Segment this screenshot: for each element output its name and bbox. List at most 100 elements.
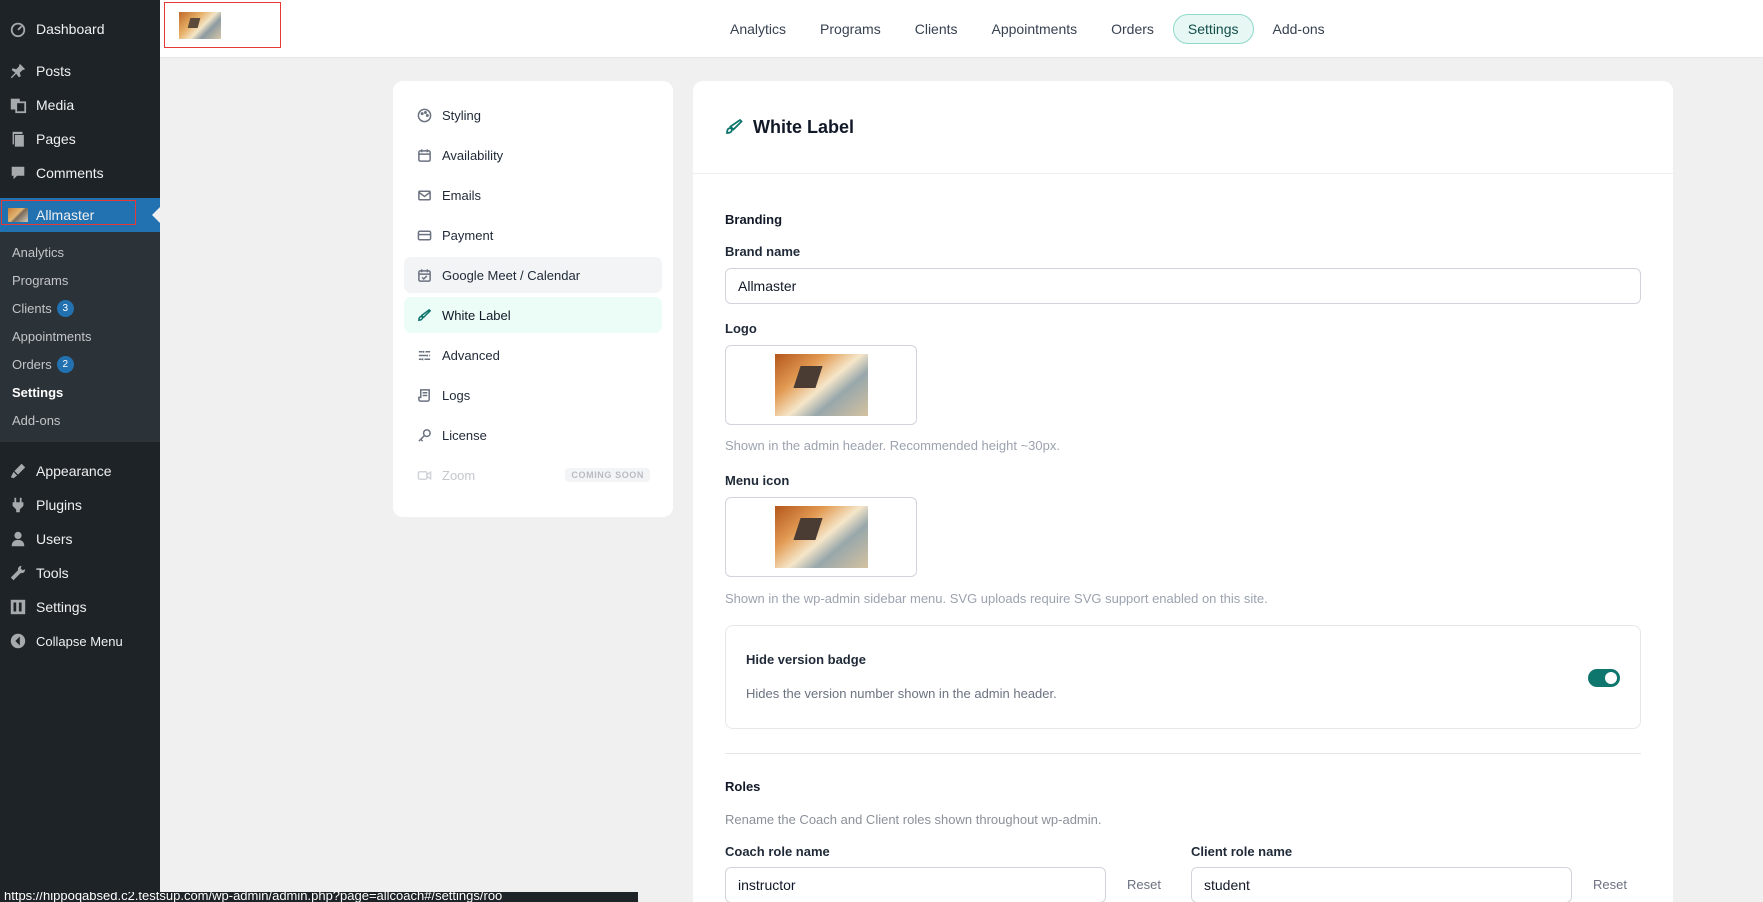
- video-icon: [416, 467, 432, 483]
- settings-icon: [0, 598, 36, 616]
- comment-icon: [0, 164, 36, 182]
- wp-menu-label: Appearance: [36, 463, 112, 479]
- topnav-appointments[interactable]: Appointments: [977, 14, 1093, 44]
- wp-submenu-programs[interactable]: Programs: [0, 266, 160, 294]
- wp-menu-plugins[interactable]: Plugins: [0, 488, 160, 522]
- calendar-check-icon: [416, 267, 432, 283]
- wp-menu-label: Posts: [36, 63, 72, 79]
- white-label-panel: White Label Branding Brand name Allmaste…: [693, 81, 1673, 902]
- brush-icon: [0, 462, 36, 480]
- settings-nav-white-label[interactable]: White Label: [404, 297, 662, 333]
- wp-menu-label: Settings: [36, 599, 87, 615]
- top-navigation: Analytics Programs Clients Appointments …: [715, 14, 1340, 44]
- topnav-clients[interactable]: Clients: [900, 14, 973, 44]
- wp-menu-label: Users: [36, 531, 73, 547]
- logo-preview-image: [774, 354, 868, 416]
- settings-nav-advanced[interactable]: Advanced: [404, 337, 662, 373]
- settings-nav-label: Google Meet / Calendar: [442, 267, 581, 283]
- wp-submenu-settings[interactable]: Settings: [0, 378, 160, 406]
- wp-submenu-addons[interactable]: Add-ons: [0, 406, 160, 434]
- sliders-icon: [416, 347, 432, 363]
- roles-desc: Rename the Coach and Client roles shown …: [725, 812, 1102, 827]
- app-header: Analytics Programs Clients Appointments …: [160, 0, 1763, 58]
- calendar-icon: [416, 147, 432, 163]
- logo-hint: Shown in the admin header. Recommended h…: [725, 438, 1060, 453]
- topnav-analytics[interactable]: Analytics: [715, 14, 801, 44]
- user-icon: [0, 530, 36, 548]
- version-badge-desc: Hides the version number shown in the ad…: [746, 686, 1057, 701]
- wp-menu-label: Comments: [36, 165, 104, 181]
- wp-submenu-clients[interactable]: Clients 3: [0, 294, 160, 322]
- coming-soon-badge: COMING SOON: [565, 468, 650, 482]
- settings-nav-label: Availability: [442, 147, 504, 163]
- logo-upload[interactable]: [725, 345, 917, 425]
- count-badge: 3: [56, 299, 74, 317]
- wp-menu-appearance[interactable]: Appearance: [0, 454, 160, 488]
- submenu-label: Clients: [12, 300, 52, 316]
- wp-menu-settings[interactable]: Settings: [0, 590, 160, 624]
- settings-nav-label: Advanced: [442, 347, 500, 363]
- brand-name-input[interactable]: Allmaster: [725, 268, 1641, 304]
- settings-nav-label: Payment: [442, 227, 494, 243]
- submenu-label: Analytics: [12, 244, 65, 260]
- settings-nav-styling[interactable]: Styling: [404, 97, 662, 133]
- wp-menu-dashboard[interactable]: Dashboard: [0, 12, 160, 46]
- plugin-icon: [0, 496, 36, 514]
- wp-menu-label: Collapse Menu: [36, 633, 123, 649]
- hide-version-toggle[interactable]: [1588, 669, 1620, 687]
- submenu-label: Programs: [12, 272, 69, 288]
- topnav-settings[interactable]: Settings: [1172, 14, 1254, 44]
- pin-icon: [0, 62, 36, 80]
- client-role-input[interactable]: student: [1191, 867, 1572, 902]
- scroll-icon: [416, 387, 432, 403]
- wp-submenu-appointments[interactable]: Appointments: [0, 322, 160, 350]
- wp-submenu-orders[interactable]: Orders 2: [0, 350, 160, 378]
- wp-menu-tools[interactable]: Tools: [0, 556, 160, 590]
- logo-label: Logo: [725, 321, 757, 336]
- settings-nav-logs[interactable]: Logs: [404, 377, 662, 413]
- divider: [725, 753, 1641, 754]
- wp-menu-collapse[interactable]: Collapse Menu: [0, 624, 160, 658]
- status-url: https://hippoqabsed.c2.testsup.com/wp-ad…: [4, 892, 503, 902]
- highlight-outline: [1, 200, 136, 225]
- topnav-programs[interactable]: Programs: [805, 14, 896, 44]
- menu-icon-label: Menu icon: [725, 473, 790, 488]
- panel-header: White Label: [693, 81, 1673, 174]
- settings-nav-label: Styling: [442, 107, 482, 123]
- menu-icon-hint: Shown in the wp-admin sidebar menu. SVG …: [725, 591, 1268, 606]
- settings-nav-payment[interactable]: Payment: [404, 217, 662, 253]
- wp-menu-media[interactable]: Media: [0, 88, 160, 122]
- wp-menu-users[interactable]: Users: [0, 522, 160, 556]
- status-url-bar: https://hippoqabsed.c2.testsup.com/wp-ad…: [0, 892, 638, 902]
- pages-icon: [0, 130, 36, 148]
- brush-icon: [416, 307, 432, 323]
- wp-menu-posts[interactable]: Posts: [0, 54, 160, 88]
- brand-logo[interactable]: [164, 2, 281, 48]
- settings-nav-label: Logs: [442, 387, 471, 403]
- wp-menu-comments[interactable]: Comments: [0, 156, 160, 190]
- settings-nav-google-meet[interactable]: Google Meet / Calendar: [404, 257, 662, 293]
- settings-nav-availability[interactable]: Availability: [404, 137, 662, 173]
- settings-nav-license[interactable]: License: [404, 417, 662, 453]
- wp-submenu-analytics[interactable]: Analytics: [0, 238, 160, 266]
- settings-nav-label: Zoom: [442, 467, 476, 483]
- menu-icon-upload[interactable]: [725, 497, 917, 577]
- settings-nav-label: Emails: [442, 187, 482, 203]
- credit-card-icon: [416, 227, 432, 243]
- topnav-addons[interactable]: Add-ons: [1258, 14, 1340, 44]
- wp-menu-label: Tools: [36, 565, 69, 581]
- topnav-orders[interactable]: Orders: [1096, 14, 1169, 44]
- version-badge-title: Hide version badge: [746, 652, 866, 667]
- menu-icon-preview-image: [774, 506, 868, 568]
- mail-icon: [416, 187, 432, 203]
- coach-role-input[interactable]: instructor: [725, 867, 1106, 902]
- client-reset-button[interactable]: Reset: [1593, 877, 1627, 892]
- coach-reset-button[interactable]: Reset: [1127, 877, 1161, 892]
- wp-menu-pages[interactable]: Pages: [0, 122, 160, 156]
- page-title: White Label: [753, 116, 855, 137]
- version-badge-card: Hide version badge Hides the version num…: [725, 625, 1641, 729]
- wp-admin-sidebar: Dashboard Posts Media Pages Comments All…: [0, 0, 160, 902]
- submenu-label: Appointments: [12, 328, 92, 344]
- settings-nav-emails[interactable]: Emails: [404, 177, 662, 213]
- settings-nav-zoom: Zoom COMING SOON: [404, 457, 662, 493]
